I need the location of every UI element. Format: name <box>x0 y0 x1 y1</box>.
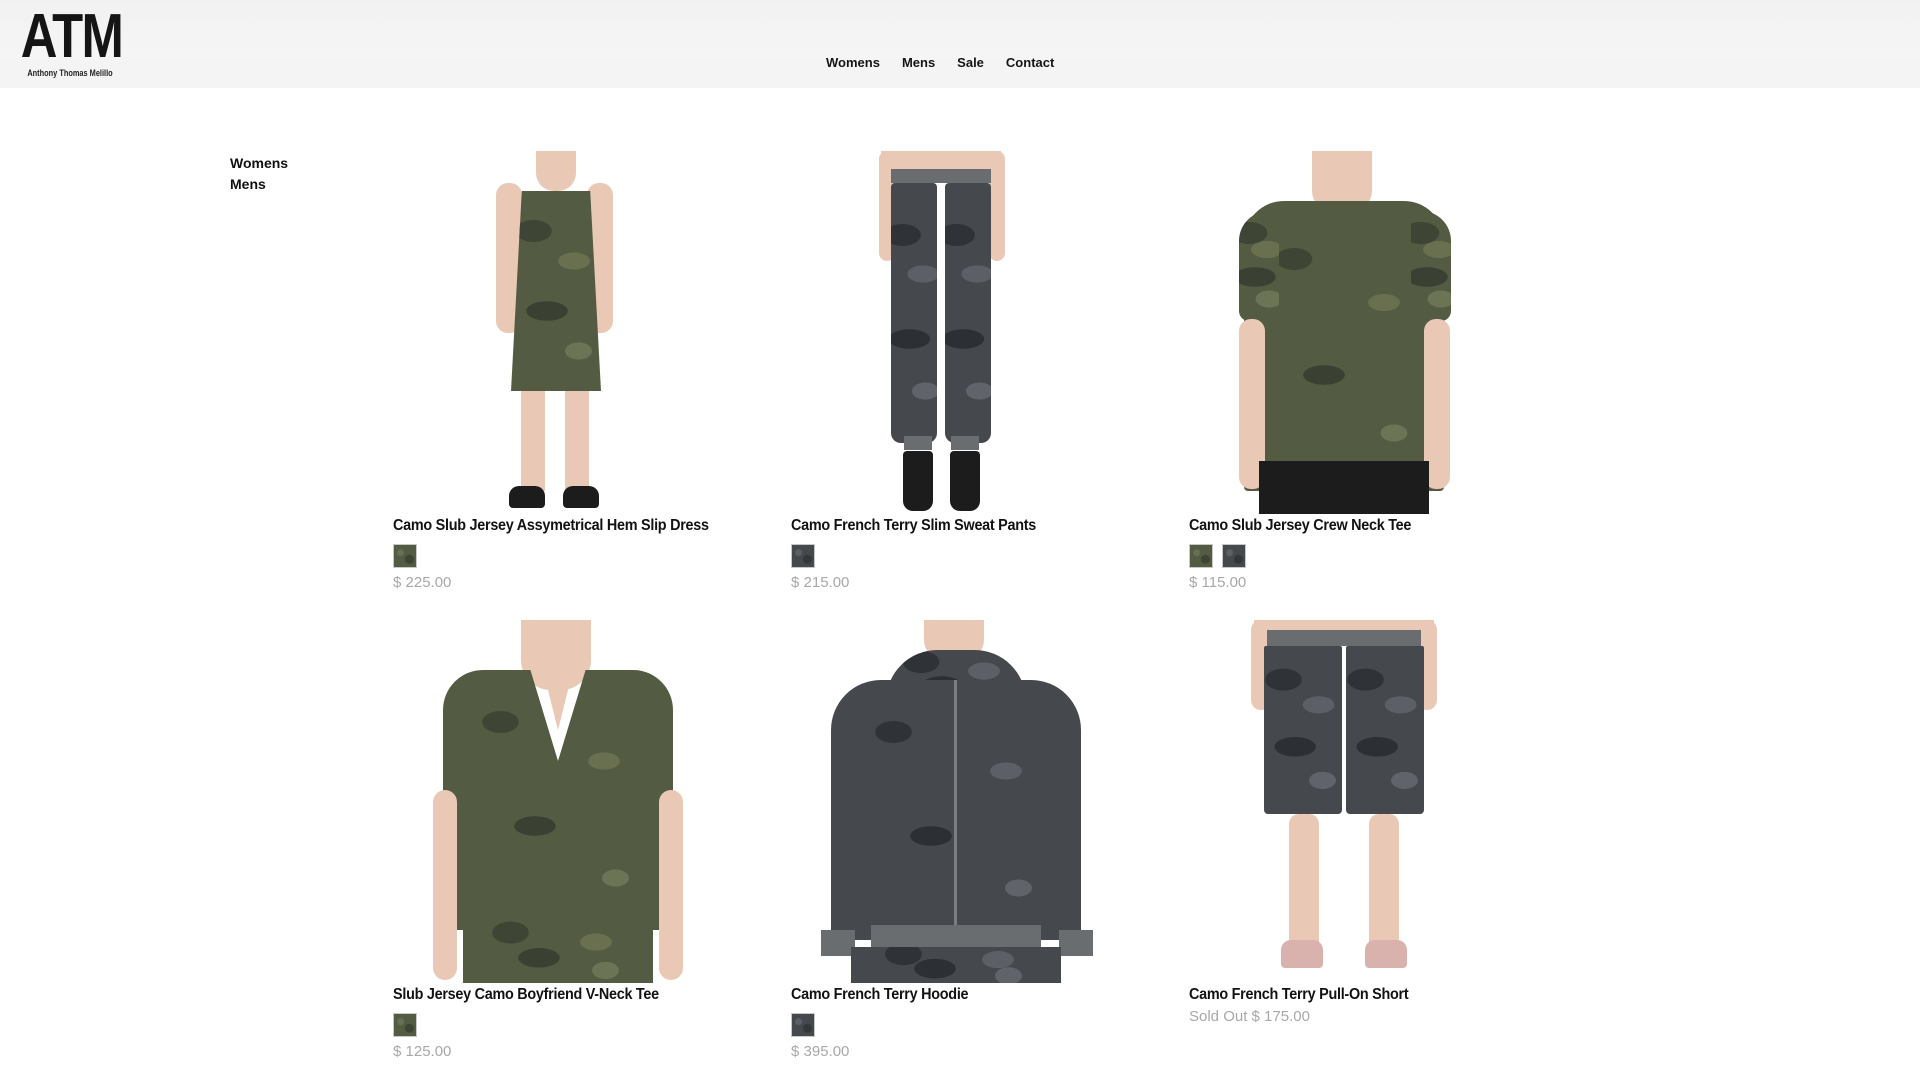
swatch-grey-camo[interactable] <box>1222 544 1246 568</box>
swatch-olive-camo[interactable] <box>393 544 417 568</box>
product-card: Camo French Terry Pull-On Short Sold Out… <box>1189 620 1559 1026</box>
brand-logo[interactable]: ATM Anthony Thomas Melillo <box>10 2 130 79</box>
product-name[interactable]: Camo Slub Jersey Crew Neck Tee <box>1189 516 1522 536</box>
product-name[interactable]: Camo Slub Jersey Assymetrical Hem Slip D… <box>393 516 726 536</box>
product-card: Slub Jersey Camo Boyfriend V-Neck Tee $ … <box>393 620 763 1061</box>
product-card: Camo Slub Jersey Crew Neck Tee $ 115.00 <box>1189 151 1559 592</box>
product-card: Camo French Terry Slim Sweat Pants $ 215… <box>791 151 1161 592</box>
product-price: $ 115.00 <box>1189 574 1247 591</box>
swatch-olive-camo[interactable] <box>393 1013 417 1037</box>
product-price: $ 125.00 <box>393 1043 452 1060</box>
product-name[interactable]: Camo French Terry Slim Sweat Pants <box>791 516 1124 536</box>
nav-womens[interactable]: Womens <box>826 55 880 70</box>
nav-mens[interactable]: Mens <box>902 55 935 70</box>
product-name[interactable]: Camo French Terry Pull-On Short <box>1189 985 1522 1005</box>
main-nav: Womens Mens Sale Contact <box>826 55 1076 70</box>
product-image[interactable] <box>1189 151 1519 514</box>
product-card: Camo Slub Jersey Assymetrical Hem Slip D… <box>393 151 763 592</box>
nav-sale[interactable]: Sale <box>957 55 984 70</box>
logo-tagline: Anthony Thomas Melillo <box>27 68 113 78</box>
color-swatches <box>791 1013 1161 1037</box>
site-header: ATM Anthony Thomas Melillo Womens Mens S… <box>0 0 1920 88</box>
swatch-grey-camo[interactable] <box>791 544 815 568</box>
color-swatches <box>393 1013 763 1037</box>
product-name[interactable]: Slub Jersey Camo Boyfriend V-Neck Tee <box>393 985 726 1005</box>
color-swatches <box>393 544 763 568</box>
product-image[interactable] <box>791 620 1121 983</box>
nav-contact[interactable]: Contact <box>1006 55 1054 70</box>
product-image[interactable] <box>1189 620 1519 983</box>
product-price-line: Sold Out $ 175.00 <box>1189 1008 1559 1026</box>
product-name[interactable]: Camo French Terry Hoodie <box>791 985 1124 1005</box>
swatch-grey-camo[interactable] <box>791 1013 815 1037</box>
sidebar-item-womens[interactable]: Womens <box>230 153 288 174</box>
product-price: $ 395.00 <box>791 1043 850 1060</box>
logo-mark: ATM <box>20 2 124 71</box>
product-price: $ 175.00 <box>1251 1008 1310 1025</box>
category-sidebar: Womens Mens <box>230 153 288 195</box>
color-swatches <box>1189 544 1559 568</box>
sidebar-item-mens[interactable]: Mens <box>230 174 288 195</box>
swatch-olive-camo[interactable] <box>1189 544 1213 568</box>
sold-out-label: Sold Out <box>1189 1008 1248 1025</box>
product-image[interactable] <box>791 151 1121 514</box>
product-price: $ 215.00 <box>791 574 850 591</box>
product-image[interactable] <box>393 620 723 983</box>
product-price: $ 225.00 <box>393 574 452 591</box>
product-image[interactable] <box>393 151 723 514</box>
color-swatches <box>791 544 1161 568</box>
product-card: Camo French Terry Hoodie $ 395.00 <box>791 620 1161 1061</box>
